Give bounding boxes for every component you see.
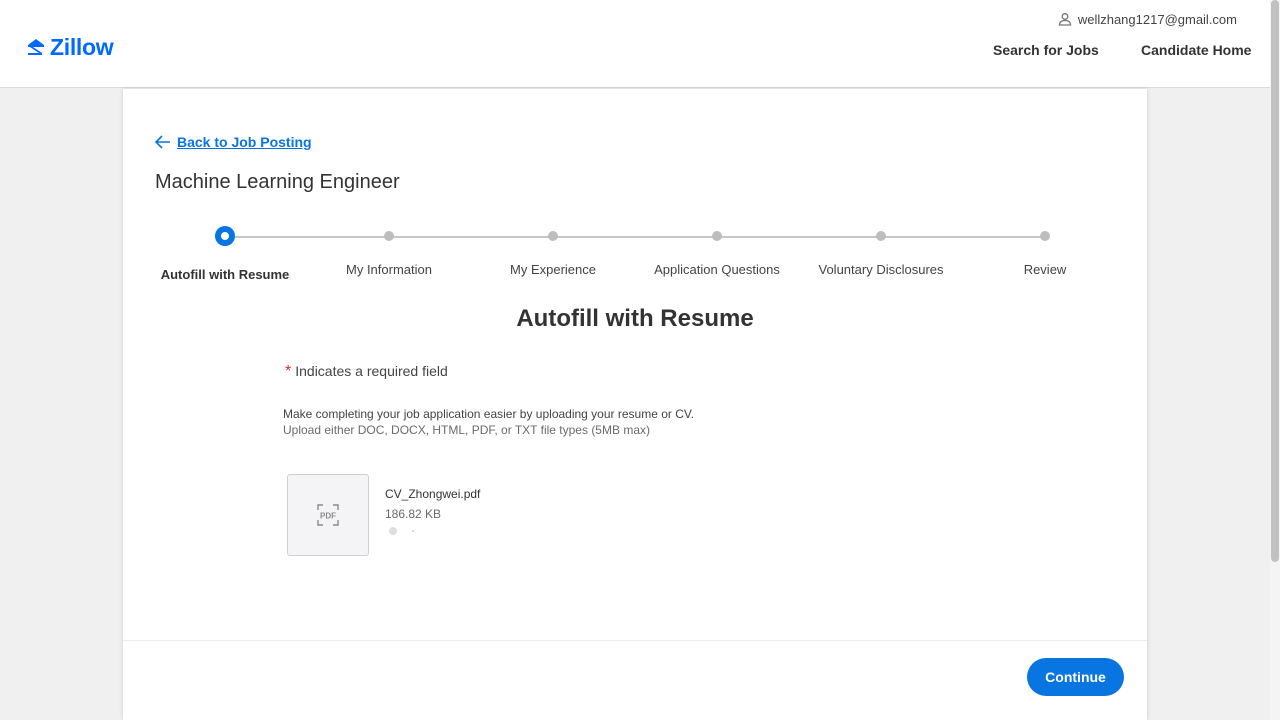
page-scrollbar[interactable] <box>1270 0 1280 720</box>
section-title: Autofill with Resume <box>516 305 754 332</box>
user-email[interactable]: wellzhang1217@gmail.com <box>1078 12 1237 27</box>
back-to-job-posting[interactable]: Back to Job Posting <box>155 134 312 150</box>
file-size: 186.82 KB <box>385 507 442 521</box>
step-my-information: My Information <box>307 226 471 277</box>
required-asterisk: * <box>285 363 292 380</box>
step-my-experience: My Experience <box>471 226 635 277</box>
file-type-hint: Upload either DOC, DOCX, HTML, PDF, or T… <box>283 423 650 437</box>
zillow-logo-icon <box>28 39 44 55</box>
upload-description: Make completing your job application eas… <box>283 407 695 421</box>
candidate-home-link[interactable]: Candidate Home <box>1141 42 1251 62</box>
file-thumbnail[interactable]: PDF <box>287 474 369 556</box>
step-autofill-with-resume: Autofill with Resume <box>143 226 307 282</box>
step-indicator <box>548 231 558 241</box>
step-indicator <box>712 231 722 241</box>
pdf-file-icon: PDF <box>317 504 339 526</box>
user-account: wellzhang1217@gmail.com <box>1058 10 1237 28</box>
search-for-jobs-link[interactable]: Search for Jobs <box>993 42 1099 62</box>
arrow-left-icon[interactable] <box>155 135 171 149</box>
logo-text: Zillow <box>50 33 114 60</box>
step-voluntary-disclosures: Voluntary Disclosures <box>799 226 963 277</box>
user-icon <box>1058 13 1071 26</box>
step-label: Autofill with Resume <box>160 267 290 282</box>
top-header: Zillow wellzhang1217@gmail.com Search fo… <box>0 0 1270 88</box>
loading-dot <box>389 527 397 535</box>
step-application-questions: Application Questions <box>635 226 799 277</box>
zillow-logo[interactable]: Zillow <box>26 33 114 60</box>
step-label: Review <box>1023 262 1067 277</box>
step-indicator <box>384 231 394 241</box>
required-field-note: * Indicates a required field <box>285 363 448 381</box>
continue-button[interactable]: Continue <box>1027 658 1124 696</box>
back-to-job-posting-link[interactable]: Back to Job Posting <box>177 134 312 150</box>
step-indicator <box>1040 231 1050 241</box>
step-label: Voluntary Disclosures <box>818 262 944 277</box>
upload-progress-indicator <box>389 527 414 535</box>
step-indicator <box>876 231 886 241</box>
step-active-indicator <box>215 226 235 246</box>
file-name: CV_Zhongwei.pdf <box>385 487 481 501</box>
step-review: Review <box>963 226 1127 277</box>
scrollbar-thumb[interactable] <box>1271 0 1279 562</box>
loading-dot <box>412 530 414 532</box>
pdf-icon-label: PDF <box>320 512 336 521</box>
progress-steps: Autofill with Resume My Information My E… <box>123 226 1147 282</box>
footer-divider <box>123 640 1147 641</box>
step-label: My Experience <box>510 262 596 277</box>
job-title: Machine Learning Engineer <box>155 171 400 193</box>
step-label: Application Questions <box>654 262 780 277</box>
application-card: Back to Job Posting Machine Learning Eng… <box>123 89 1147 720</box>
required-note-text: Indicates a required field <box>295 363 448 379</box>
step-label: My Information <box>346 262 432 277</box>
